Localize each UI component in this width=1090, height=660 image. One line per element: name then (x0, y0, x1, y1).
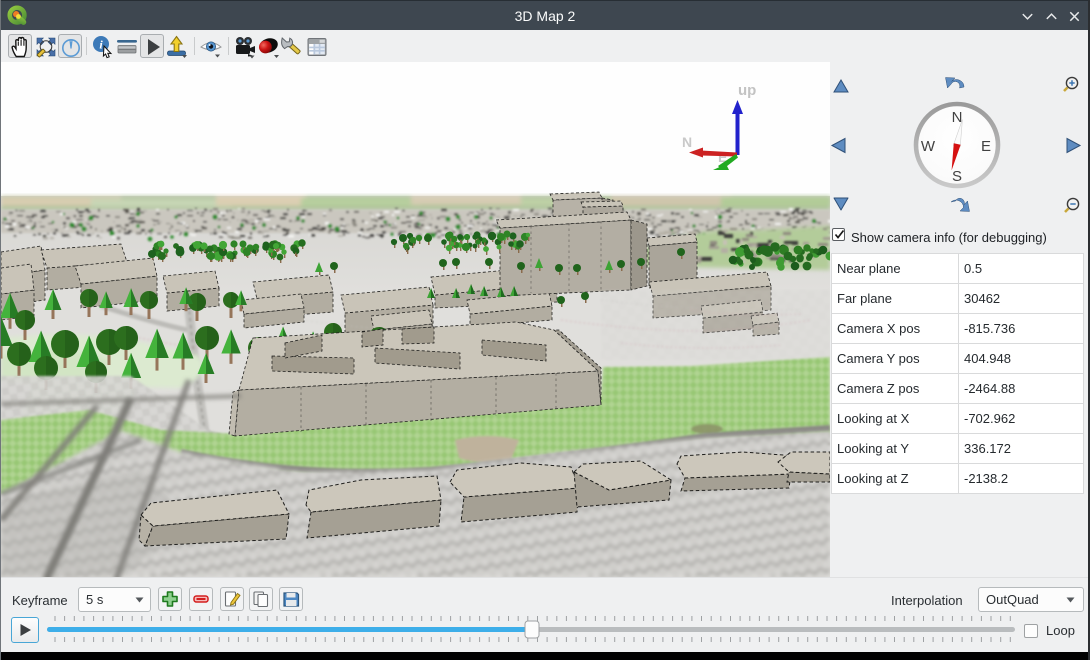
svg-text:up: up (738, 82, 756, 99)
svg-text:N: N (682, 134, 692, 150)
svg-text:S: S (952, 168, 962, 185)
svg-text:W: W (921, 138, 936, 155)
svg-text:E: E (981, 138, 991, 155)
